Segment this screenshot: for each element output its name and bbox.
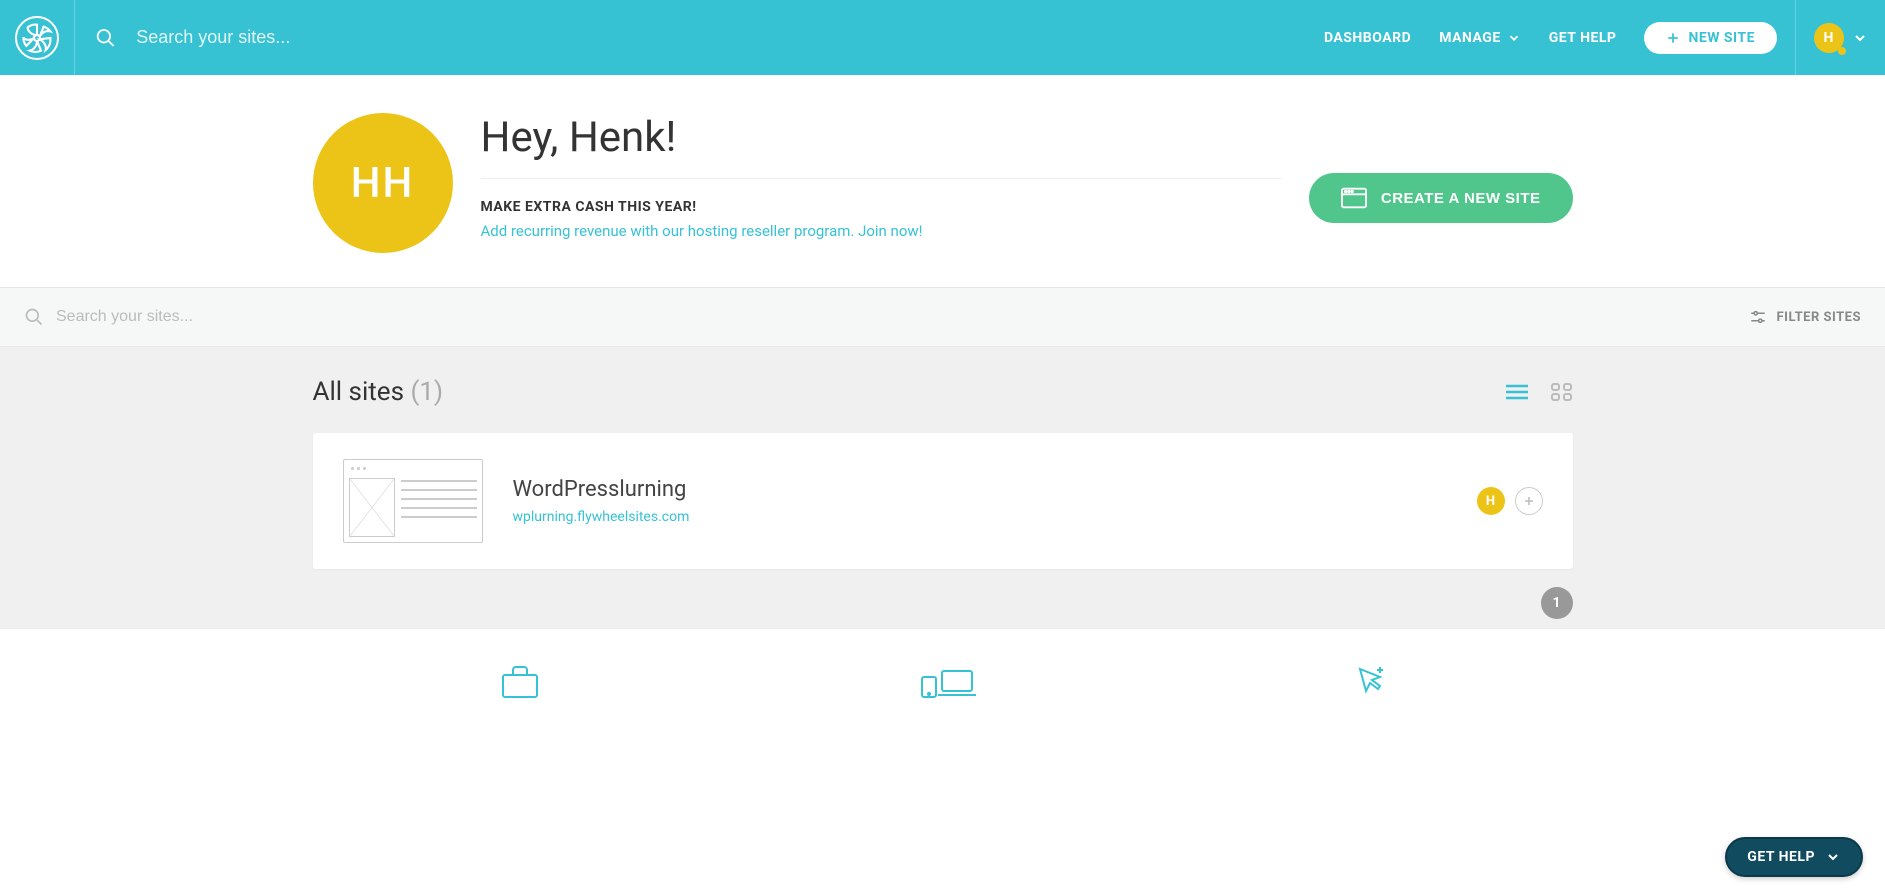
sliders-icon xyxy=(1749,308,1767,326)
user-menu[interactable]: H xyxy=(1795,0,1885,75)
sites-count: (1) xyxy=(410,377,443,407)
nav-manage-label: MANAGE xyxy=(1439,30,1501,46)
promo-heading: MAKE EXTRA CASH THIS YEAR! xyxy=(481,199,1281,215)
filter-bar: FILTER SITES xyxy=(0,287,1885,347)
sites-title: All sites (1) xyxy=(313,377,444,407)
browser-window-icon xyxy=(1341,187,1367,209)
welcome-text: Hey, Henk! MAKE EXTRA CASH THIS YEAR! Ad… xyxy=(481,113,1281,240)
greeting: Hey, Henk! xyxy=(481,113,1281,179)
page-number[interactable]: 1 xyxy=(1541,587,1573,619)
header-nav: DASHBOARD MANAGE GET HELP NEW SITE xyxy=(1324,22,1795,54)
search-icon xyxy=(95,27,116,49)
chevron-down-icon xyxy=(1852,30,1868,46)
header-search-input[interactable] xyxy=(136,27,1304,48)
welcome-section: HH Hey, Henk! MAKE EXTRA CASH THIS YEAR!… xyxy=(313,75,1573,287)
add-collaborator-button[interactable] xyxy=(1515,487,1543,515)
briefcase-icon xyxy=(500,665,540,699)
create-new-site-button[interactable]: CREATE A NEW SITE xyxy=(1309,173,1573,223)
site-name: WordPresslurning xyxy=(513,477,690,502)
devices-icon xyxy=(920,669,976,699)
site-thumbnail xyxy=(343,459,483,543)
site-actions: H xyxy=(1477,487,1543,515)
pinwheel-icon xyxy=(21,22,53,54)
plus-icon xyxy=(1523,495,1535,507)
avatar: H xyxy=(1814,23,1844,53)
help-button-label: GET HELP xyxy=(1747,849,1815,865)
sites-section: All sites (1) WordPresslurning wplurning… xyxy=(0,347,1885,629)
footer-peek xyxy=(0,629,1885,699)
site-card[interactable]: WordPresslurning wplurning.flywheelsites… xyxy=(313,433,1573,569)
chevron-down-icon xyxy=(1507,31,1521,45)
create-button-label: CREATE A NEW SITE xyxy=(1381,190,1541,207)
nav-get-help[interactable]: GET HELP xyxy=(1549,30,1617,46)
promo-link[interactable]: Add recurring revenue with our hosting r… xyxy=(481,222,923,240)
chevron-down-icon xyxy=(1825,849,1841,865)
get-help-floating-button[interactable]: GET HELP xyxy=(1725,837,1863,877)
sites-title-text: All sites xyxy=(313,377,411,407)
user-avatar-large: HH xyxy=(313,113,453,253)
filter-sites-button[interactable]: FILTER SITES xyxy=(1749,308,1861,326)
logo[interactable] xyxy=(0,0,75,75)
nav-dashboard[interactable]: DASHBOARD xyxy=(1324,30,1411,46)
list-view-icon[interactable] xyxy=(1505,383,1529,401)
sites-search-input[interactable] xyxy=(56,308,356,326)
cursor-sparkle-icon xyxy=(1356,665,1386,699)
nav-manage[interactable]: MANAGE xyxy=(1439,30,1521,46)
header-search xyxy=(75,27,1324,49)
site-owner-avatar[interactable]: H xyxy=(1477,487,1505,515)
new-site-button[interactable]: NEW SITE xyxy=(1644,22,1777,54)
site-url[interactable]: wplurning.flywheelsites.com xyxy=(513,509,690,525)
new-site-label: NEW SITE xyxy=(1688,30,1755,46)
view-toggle xyxy=(1505,383,1573,401)
grid-view-icon[interactable] xyxy=(1551,383,1573,401)
filter-sites-label: FILTER SITES xyxy=(1777,310,1861,325)
top-header: DASHBOARD MANAGE GET HELP NEW SITE H xyxy=(0,0,1885,75)
search-icon xyxy=(24,307,44,327)
site-info: WordPresslurning wplurning.flywheelsites… xyxy=(513,477,690,525)
pagination: 1 xyxy=(1541,587,1573,619)
sites-header: All sites (1) xyxy=(313,377,1573,407)
plus-icon xyxy=(1666,31,1680,45)
